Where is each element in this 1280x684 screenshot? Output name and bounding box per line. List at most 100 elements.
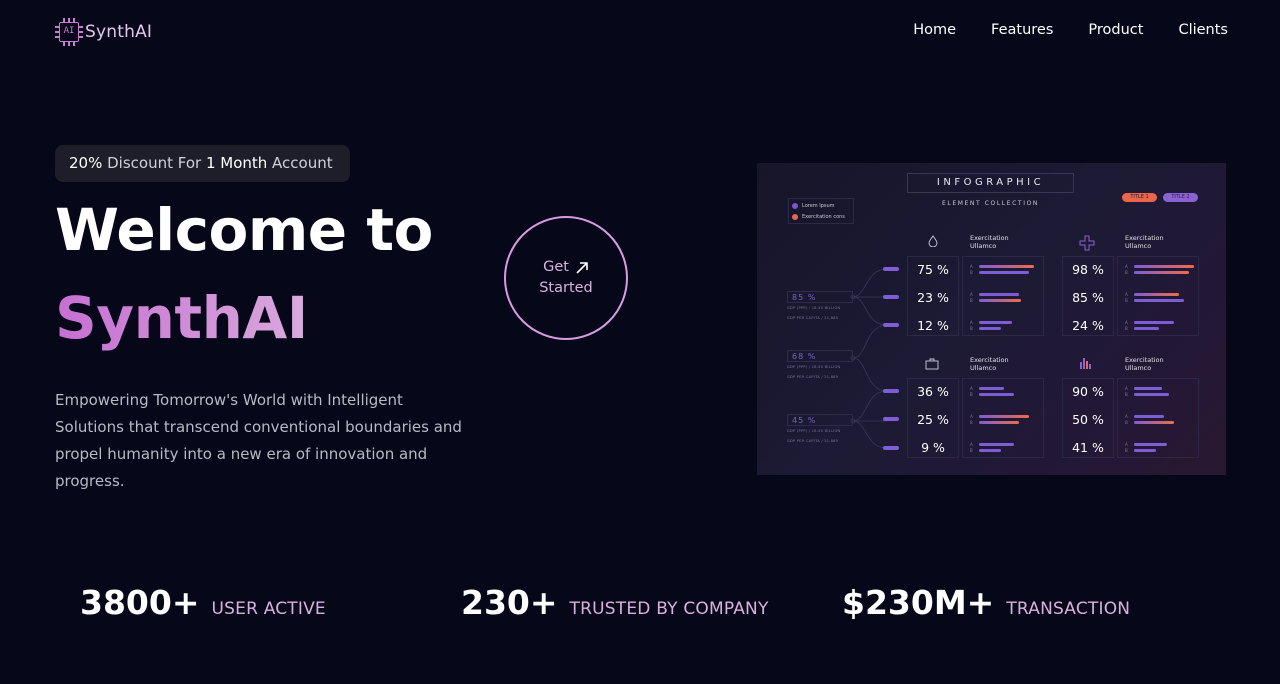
percent-value: 50 %	[1072, 412, 1104, 427]
mini-bar	[979, 393, 1014, 396]
connector-tick	[883, 389, 899, 393]
side-caption: GDP PER CAPITA / 21,885	[787, 316, 839, 320]
side-value: 45 %	[787, 414, 853, 426]
stat-label: TRUSTED BY COMPANY	[569, 599, 769, 619]
side-value: 68 %	[787, 350, 853, 362]
hero-title-line2: SynthAI	[55, 284, 308, 352]
section-head: Exercitation Ullamco	[970, 356, 1009, 372]
stat-transactions: $230M+ TRANSACTION	[842, 583, 1130, 622]
mini-bar	[1134, 327, 1159, 330]
percent-value: 24 %	[1072, 318, 1104, 333]
percent-value: 36 %	[917, 384, 949, 399]
mini-bar	[1134, 393, 1169, 396]
section-head-line2: Ullamco	[1125, 363, 1152, 372]
hero-description: Empowering Tomorrow's World with Intelli…	[55, 391, 462, 490]
bar-letter: A	[1125, 442, 1128, 447]
mini-bar	[979, 443, 1014, 446]
cta-label-line1: Get	[543, 259, 569, 275]
connector-tick	[883, 267, 899, 271]
bar-letter: B	[970, 392, 973, 397]
chip-icon: AI	[55, 18, 83, 46]
mini-bar	[979, 321, 1012, 324]
section-head-line2: Ullamco	[1125, 241, 1152, 250]
bar-letter: A	[970, 320, 973, 325]
stat-label: TRANSACTION	[1006, 599, 1131, 619]
main-nav: Home Features Product Clients	[913, 22, 1228, 38]
side-value: 85 %	[787, 291, 853, 303]
nav-features[interactable]: Features	[991, 22, 1053, 38]
mini-bar	[1134, 321, 1174, 324]
bar-frame	[1117, 256, 1199, 336]
side-caption: GDP PER CAPITA / 21,885	[787, 375, 839, 379]
connector-tick	[883, 295, 899, 299]
bar-letter: A	[970, 442, 973, 447]
connector-tick	[883, 446, 899, 450]
section-head: Exercitation Ullamco	[1125, 356, 1164, 372]
percent-value: 41 %	[1072, 440, 1104, 455]
promo-period: 1 Month	[205, 154, 268, 172]
mini-bar	[979, 387, 1004, 390]
percent-value: 90 %	[1072, 384, 1104, 399]
briefcase-icon	[925, 358, 939, 370]
bar-chart-icon	[1080, 358, 1091, 369]
section-head-line2: Ullamco	[970, 363, 997, 372]
mini-bar	[979, 299, 1021, 302]
infographic-image: INFOGRAPHIC ELEMENT COLLECTION Lorem Ips…	[757, 163, 1226, 475]
bar-letter: A	[970, 414, 973, 419]
bar-letter: A	[970, 386, 973, 391]
section-head: Exercitation Ullamco	[970, 234, 1009, 250]
nav-product[interactable]: Product	[1088, 22, 1143, 38]
bar-letter: A	[970, 292, 973, 297]
percent-value: 12 %	[917, 318, 949, 333]
chip-label: AI	[59, 22, 79, 42]
bar-letter: B	[1125, 448, 1128, 453]
hero-title-line1: Welcome to	[55, 196, 433, 264]
bar-frame	[962, 378, 1044, 458]
promo-percent: 20%	[69, 154, 103, 172]
bar-letter: B	[970, 270, 973, 275]
mini-bar	[979, 293, 1019, 296]
side-caption: GDP PER CAPITA / 21,885	[787, 439, 839, 443]
stat-label: USER ACTIVE	[211, 599, 326, 619]
stat-companies: 230+ TRUSTED BY COMPANY	[461, 583, 769, 622]
promo-end: Account	[267, 154, 333, 172]
drop-icon	[928, 235, 938, 247]
bar-letter: A	[1125, 386, 1128, 391]
mini-bar	[1134, 265, 1194, 268]
stat-users: 3800+ USER ACTIVE	[80, 583, 326, 622]
mini-bar	[979, 415, 1029, 418]
percent-value: 25 %	[917, 412, 949, 427]
get-started-button[interactable]: Get Started	[504, 216, 628, 340]
mini-bar	[979, 265, 1034, 268]
bar-letter: B	[970, 448, 973, 453]
mini-bar	[979, 327, 1001, 330]
stat-number: 3800+	[80, 583, 200, 622]
arrow-up-right-icon	[576, 261, 588, 274]
nav-clients[interactable]: Clients	[1178, 22, 1228, 38]
mini-bar	[1134, 293, 1179, 296]
cta-label-line2: Started	[539, 280, 593, 296]
mini-bar	[1134, 387, 1162, 390]
percent-value: 23 %	[917, 290, 949, 305]
bar-letter: B	[970, 326, 973, 331]
mini-bar	[1134, 415, 1164, 418]
brand-name: SynthAI	[85, 22, 153, 42]
mini-bar	[979, 271, 1029, 274]
bar-letter: A	[1125, 292, 1128, 297]
nav-home[interactable]: Home	[913, 22, 956, 38]
bar-letter: B	[1125, 298, 1128, 303]
stat-number: 230+	[461, 583, 558, 622]
connector-tick	[883, 417, 899, 421]
promo-mid: Discount For	[102, 154, 206, 172]
bar-letter: B	[1125, 326, 1128, 331]
percent-value: 9 %	[921, 440, 945, 455]
side-caption: GDP (PPP) / 18.50 BILLION	[787, 306, 841, 310]
brand-logo[interactable]: AI SynthAI	[55, 18, 152, 46]
mini-bar	[979, 449, 1001, 452]
bar-letter: A	[1125, 414, 1128, 419]
percent-value: 85 %	[1072, 290, 1104, 305]
mini-bar	[1134, 449, 1156, 452]
bar-letter: B	[1125, 392, 1128, 397]
connector-tick	[883, 323, 899, 327]
bar-frame	[962, 256, 1044, 336]
